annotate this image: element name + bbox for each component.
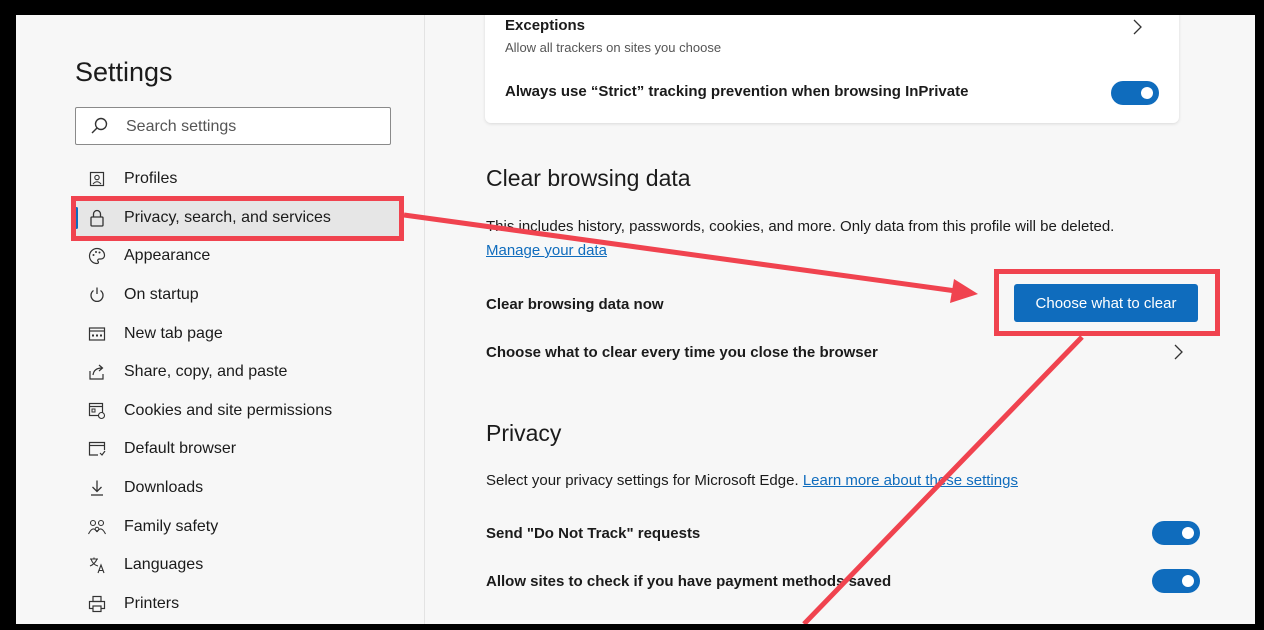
printer-icon [84, 594, 110, 614]
search-icon [91, 117, 108, 134]
sidebar-item-share-copy-paste[interactable]: Share, copy, and paste [74, 353, 404, 392]
sidebar-item-label: Share, copy, and paste [124, 363, 288, 381]
new-tab-icon [84, 324, 110, 344]
chevron-right-icon[interactable] [1172, 343, 1184, 361]
family-icon [84, 517, 110, 537]
main-content: Exceptions Allow all trackers on sites y… [425, 15, 1255, 624]
settings-title: Settings [75, 57, 173, 87]
tracking-card: Exceptions Allow all trackers on sites y… [485, 15, 1179, 123]
sidebar-item-appearance[interactable]: Appearance [74, 237, 404, 276]
privacy-description-row: Select your privacy settings for Microso… [486, 472, 1018, 489]
settings-window: Settings Profiles Privacy, search, and s… [16, 15, 1255, 624]
exceptions-title[interactable]: Exceptions [505, 17, 585, 34]
privacy-description: Select your privacy settings for Microso… [486, 472, 799, 489]
sidebar-item-on-startup[interactable]: On startup [74, 276, 404, 315]
sidebar-item-label: Default browser [124, 440, 237, 458]
do-not-track-label: Send "Do Not Track" requests [486, 525, 701, 542]
learn-more-link[interactable]: Learn more about these settings [803, 472, 1018, 489]
sidebar-item-label: Family safety [124, 517, 219, 535]
search-box[interactable] [75, 107, 391, 145]
chevron-right-icon[interactable] [1131, 18, 1143, 36]
sidebar-item-profiles[interactable]: Profiles [74, 160, 404, 199]
sidebar-item-label: Cookies and site permissions [124, 401, 333, 419]
sidebar-item-new-tab-page[interactable]: New tab page [74, 314, 404, 353]
payment-methods-label: Allow sites to check if you have payment… [486, 573, 892, 590]
share-icon [84, 362, 110, 382]
sidebar-item-privacy[interactable]: Privacy, search, and services [74, 198, 404, 238]
manage-data-link[interactable]: Manage your data [486, 242, 607, 259]
download-icon [84, 478, 110, 498]
privacy-heading: Privacy [486, 420, 562, 446]
sidebar-item-family-safety[interactable]: Family safety [74, 507, 404, 546]
strict-inprivate-label: Always use “Strict” tracking prevention … [505, 83, 969, 100]
sidebar: Settings Profiles Privacy, search, and s… [16, 15, 425, 624]
do-not-track-toggle[interactable] [1152, 521, 1200, 545]
sidebar-item-label: Languages [124, 556, 204, 574]
sidebar-item-label: Printers [124, 594, 180, 612]
sidebar-item-printers[interactable]: Printers [74, 585, 404, 624]
power-icon [84, 285, 110, 305]
sidebar-item-cookies[interactable]: Cookies and site permissions [74, 392, 404, 431]
sidebar-item-label: Appearance [124, 247, 211, 265]
lock-icon [84, 208, 110, 228]
sidebar-item-label: Profiles [124, 170, 178, 188]
browser-icon [84, 439, 110, 459]
sidebar-item-default-browser[interactable]: Default browser [74, 430, 404, 469]
payment-methods-toggle[interactable] [1152, 569, 1200, 593]
clear-on-close-label[interactable]: Choose what to clear every time you clos… [486, 344, 878, 361]
sidebar-item-label: On startup [124, 286, 199, 304]
strict-inprivate-toggle[interactable] [1111, 81, 1159, 105]
clear-now-label: Clear browsing data now [486, 296, 664, 313]
clear-browsing-description: This includes history, passwords, cookie… [486, 218, 1115, 235]
palette-icon [84, 246, 110, 266]
language-icon [84, 555, 110, 575]
sidebar-item-languages[interactable]: Languages [74, 546, 404, 585]
sidebar-item-label: Privacy, search, and services [124, 208, 331, 226]
clear-browsing-heading: Clear browsing data [486, 165, 691, 191]
exceptions-description: Allow all trackers on sites you choose [505, 40, 722, 55]
sidebar-nav: Profiles Privacy, search, and services A… [74, 160, 404, 623]
cookies-icon [84, 401, 110, 421]
sidebar-item-label: Downloads [124, 479, 204, 497]
profile-icon [84, 169, 110, 189]
search-input[interactable] [124, 115, 378, 139]
sidebar-item-downloads[interactable]: Downloads [74, 469, 404, 508]
choose-what-to-clear-button[interactable]: Choose what to clear [1014, 284, 1198, 322]
sidebar-item-label: New tab page [124, 324, 223, 342]
